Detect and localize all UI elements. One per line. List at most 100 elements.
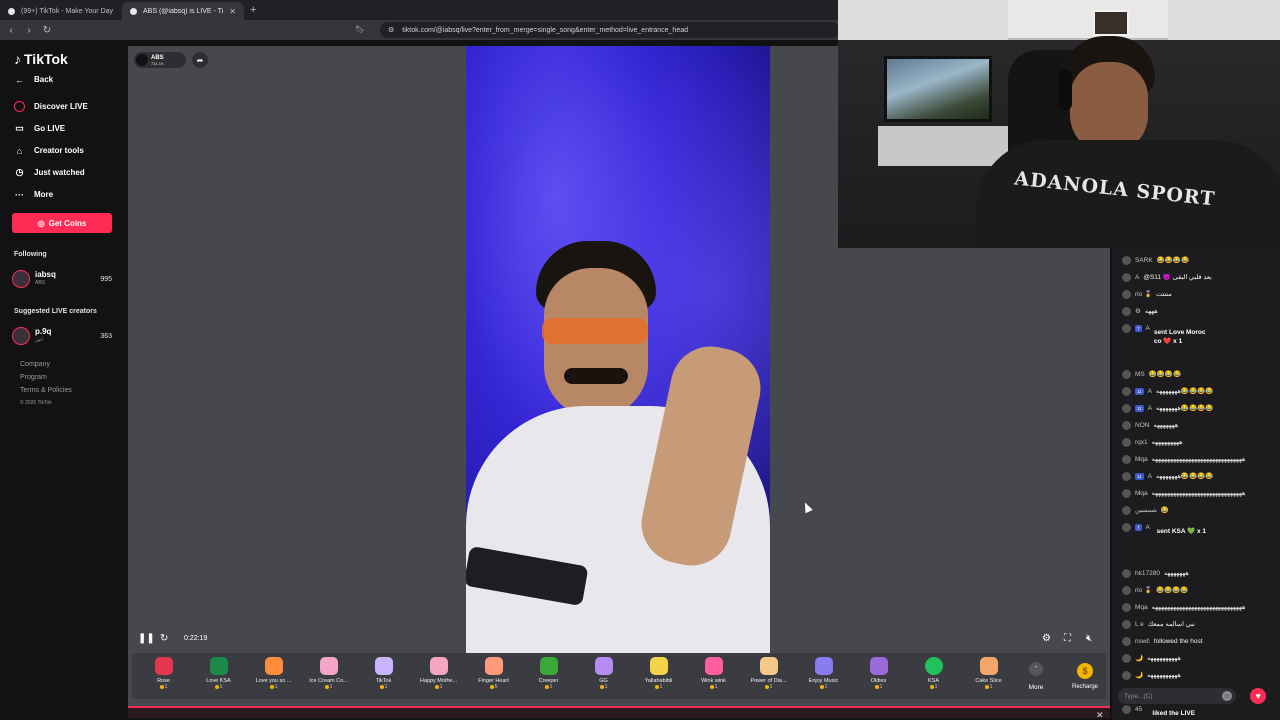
- avatar[interactable]: [1122, 472, 1131, 481]
- gift-item[interactable]: Love you so ... 1: [246, 653, 301, 699]
- recharge-button[interactable]: $ Recharge: [1064, 653, 1106, 699]
- following-account[interactable]: iabsq ABS 995: [12, 269, 112, 289]
- chat-username[interactable]: Mqa: [1135, 455, 1148, 464]
- gift-item[interactable]: Wink wink 1: [686, 653, 741, 699]
- mute-icon[interactable]: 🔇︎: [1086, 633, 1092, 644]
- avatar[interactable]: [1122, 438, 1131, 447]
- avatar[interactable]: [1122, 586, 1131, 595]
- new-tab-button[interactable]: +: [250, 4, 256, 16]
- gift-item[interactable]: TikTok 1: [356, 653, 411, 699]
- chat-input[interactable]: Type...(C) ☺: [1118, 688, 1236, 704]
- chat-username[interactable]: nswč: [1135, 637, 1150, 646]
- site-info-icon[interactable]: ⚙: [388, 26, 394, 34]
- chat-username[interactable]: A: [1146, 324, 1150, 333]
- nav-more[interactable]: ··· More: [14, 189, 53, 200]
- chat-username[interactable]: A: [1148, 387, 1152, 396]
- gift-item[interactable]: Happy Mothe... 1: [411, 653, 466, 699]
- chat-username[interactable]: rio 🎖️: [1135, 586, 1152, 595]
- avatar[interactable]: [1122, 421, 1131, 430]
- avatar[interactable]: [1122, 506, 1131, 515]
- avatar[interactable]: [1122, 324, 1131, 333]
- back-arrow-icon[interactable]: ‹: [6, 25, 16, 36]
- chat-username[interactable]: 🌙: [1135, 654, 1143, 663]
- nav-go-live[interactable]: ▭ Go LIVE: [14, 123, 65, 134]
- avatar[interactable]: [1122, 256, 1131, 265]
- live-video[interactable]: [466, 46, 770, 654]
- chat-username[interactable]: A: [1146, 523, 1150, 532]
- tiktok-logo[interactable]: ♪ TikTok: [14, 51, 68, 67]
- close-tab-icon[interactable]: ✕: [229, 7, 236, 16]
- gift-item[interactable]: Rose 1: [136, 653, 191, 699]
- avatar[interactable]: [1122, 387, 1131, 396]
- avatar[interactable]: [1122, 290, 1131, 299]
- gift-item[interactable]: Finger Heart 5: [466, 653, 521, 699]
- nav-creator-tools[interactable]: ⌂ Creator tools: [14, 145, 84, 156]
- gift-item[interactable]: Ice Cream Co... 1: [301, 653, 356, 699]
- gift-item[interactable]: Cake Slice 1: [961, 653, 1016, 699]
- chat-username[interactable]: hk17280: [1135, 569, 1160, 578]
- browser-tab[interactable]: (99+) TikTok - Make Your Day: [0, 2, 122, 20]
- chat-username[interactable]: A: [1148, 472, 1152, 481]
- avatar[interactable]: [1122, 370, 1131, 379]
- chat-username[interactable]: NON: [1135, 421, 1149, 430]
- browser-tab-active[interactable]: ABS (@iabsq) is LIVE - TikTok LIVE ✕: [122, 2, 244, 20]
- chat-username[interactable]: rqx1: [1135, 438, 1148, 447]
- back-link[interactable]: ← Back: [14, 74, 53, 85]
- gift-item[interactable]: Love KSA 1: [191, 653, 246, 699]
- gift-item[interactable]: Creeper 1: [521, 653, 576, 699]
- avatar[interactable]: [1122, 307, 1131, 316]
- chat-username[interactable]: Mqa: [1135, 489, 1148, 498]
- chat-username[interactable]: A: [1148, 404, 1152, 413]
- gift-item[interactable]: Yallahabibii 1: [631, 653, 686, 699]
- avatar[interactable]: [1122, 523, 1131, 532]
- bookmark-icon[interactable]: 🔖︎: [355, 25, 365, 34]
- avatar[interactable]: [1122, 637, 1131, 646]
- address-bar[interactable]: ⚙ tiktok.com/@iabsq/live?enter_from_merg…: [380, 22, 840, 38]
- chat-username[interactable]: L e: [1135, 620, 1144, 629]
- avatar[interactable]: [1122, 489, 1131, 498]
- nav-just-watched[interactable]: ◷ Just watched: [14, 167, 85, 178]
- reload-icon[interactable]: ↻: [42, 25, 52, 36]
- avatar[interactable]: [1122, 603, 1131, 612]
- chat-username[interactable]: شمسين: [1135, 506, 1157, 515]
- chat-username[interactable]: rio 🎖️: [1135, 290, 1152, 299]
- gift-item[interactable]: Oldies 1: [851, 653, 906, 699]
- chat-username[interactable]: ⚙: [1135, 307, 1141, 316]
- send-heart-button[interactable]: ♥: [1250, 688, 1266, 704]
- avatar[interactable]: [1122, 404, 1131, 413]
- get-coins-button[interactable]: ◎ Get Coins: [12, 213, 112, 233]
- close-icon[interactable]: ✕: [1096, 710, 1104, 720]
- avatar[interactable]: [1122, 455, 1131, 464]
- suggested-account[interactable]: p.9q انور 363: [12, 326, 112, 346]
- chat-username[interactable]: 🌙: [1135, 671, 1143, 680]
- avatar[interactable]: [1122, 620, 1131, 629]
- emoji-icon[interactable]: ☺: [1222, 691, 1232, 701]
- settings-gear-icon[interactable]: ⚙: [1042, 633, 1051, 644]
- avatar[interactable]: [1122, 654, 1131, 663]
- chat-username[interactable]: A: [1135, 273, 1139, 282]
- gift-item[interactable]: Enjoy Music 1: [796, 653, 851, 699]
- fullscreen-icon[interactable]: ⛶: [1064, 633, 1071, 644]
- avatar[interactable]: [1122, 569, 1131, 578]
- gift-item[interactable]: KSA 1: [906, 653, 961, 699]
- avatar[interactable]: [1122, 705, 1131, 714]
- forward-arrow-icon[interactable]: ›: [24, 25, 34, 36]
- chat-username[interactable]: Mqa: [1135, 603, 1148, 612]
- pause-icon[interactable]: ❚❚: [138, 633, 155, 644]
- footer-link-company[interactable]: Company: [20, 361, 72, 368]
- footer-link-terms[interactable]: Terms & Policies: [20, 387, 72, 394]
- nav-discover-live[interactable]: Discover LIVE: [14, 101, 88, 112]
- share-icon[interactable]: ➦: [192, 52, 208, 68]
- chat-username[interactable]: 45: [1135, 705, 1142, 714]
- avatar[interactable]: [1122, 273, 1131, 282]
- host-info-chip[interactable]: ABS 731.1K: [134, 52, 186, 68]
- gift-item[interactable]: GG 1: [576, 653, 631, 699]
- footer-link-program[interactable]: Program: [20, 374, 72, 381]
- nav-label: Discover LIVE: [34, 102, 88, 111]
- more-gifts-button[interactable]: ⌃ More: [1016, 653, 1056, 699]
- chat-username[interactable]: MS: [1135, 370, 1145, 379]
- chat-username[interactable]: SARK: [1135, 256, 1153, 265]
- avatar[interactable]: [1122, 671, 1131, 680]
- gift-item[interactable]: Power of Dia... 1: [741, 653, 796, 699]
- replay-icon[interactable]: ↻: [160, 633, 168, 644]
